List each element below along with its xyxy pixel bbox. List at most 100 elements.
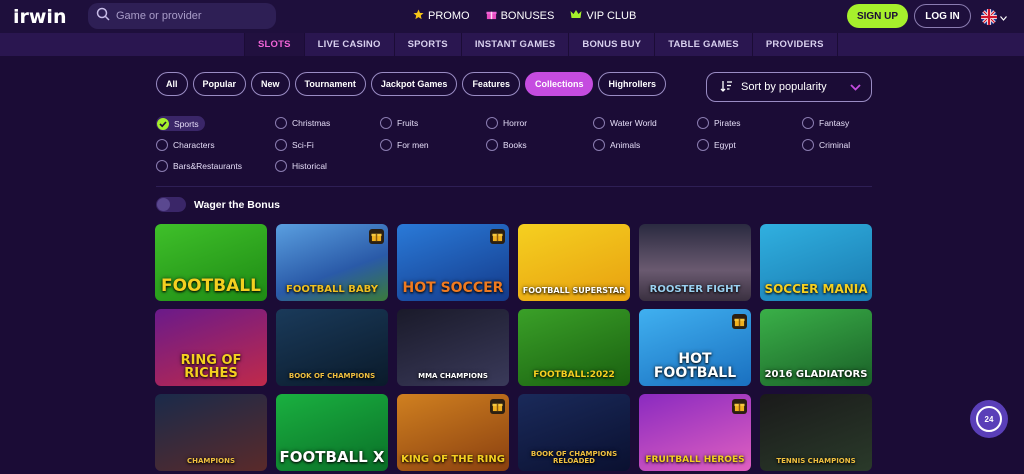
radio-circle-icon: [593, 117, 605, 129]
radio-circle-icon: [697, 117, 709, 129]
collection-label: Books: [503, 140, 527, 150]
collection-bars-restaurants[interactable]: Bars&Restaurants: [156, 159, 242, 173]
pill-all[interactable]: All: [156, 72, 188, 96]
game-tile[interactable]: HOT FOOTBALL: [639, 309, 751, 386]
collection-animals[interactable]: Animals: [593, 138, 640, 152]
collection-label: Egypt: [714, 140, 736, 150]
tab-providers[interactable]: PROVIDERS: [751, 33, 838, 56]
nav-bonuses-label: BONUSES: [500, 10, 555, 22]
category-bar: SLOTS LIVE CASINO SPORTS INSTANT GAMES BONUS…: [0, 33, 1024, 56]
game-title: FOOTBALL SUPERSTAR: [522, 286, 626, 295]
tab-instant-games[interactable]: INSTANT GAMES: [460, 33, 569, 56]
game-tile[interactable]: FRUITBALL HEROES: [639, 394, 751, 471]
game-tile[interactable]: MMA CHAMPIONS: [397, 309, 509, 386]
game-title: 2016 GLADIATORS: [764, 369, 868, 380]
radio-circle-icon: [156, 139, 168, 151]
radio-circle-icon: [802, 117, 814, 129]
signup-button[interactable]: SIGN UP: [847, 4, 908, 28]
wager-bonus-toggle[interactable]: [156, 197, 186, 212]
pill-popular[interactable]: Popular: [192, 72, 247, 96]
gift-icon: [732, 314, 747, 329]
radio-circle-icon: [593, 139, 605, 151]
pill-new[interactable]: New: [251, 72, 290, 96]
tab-bonus-buy[interactable]: BONUS BUY: [568, 33, 654, 56]
login-button[interactable]: LOG IN: [914, 4, 971, 28]
pill-highrollers[interactable]: Highrollers: [598, 72, 666, 96]
collection-label: Christmas: [292, 118, 331, 128]
search-input[interactable]: [116, 10, 266, 22]
brand-logo[interactable]: irwin: [13, 6, 66, 28]
radio-circle-icon: [380, 117, 392, 129]
wager-bonus-toggle-row: Wager the Bonus: [156, 197, 280, 212]
collection-historical[interactable]: Historical: [275, 159, 327, 173]
game-tile[interactable]: SOCCER MANIA: [760, 224, 872, 301]
pill-features[interactable]: Features: [462, 72, 520, 96]
nav-bonuses[interactable]: BONUSES: [486, 9, 555, 23]
game-tile[interactable]: 2016 GLADIATORS: [760, 309, 872, 386]
collection-egypt[interactable]: Egypt: [697, 138, 736, 152]
tab-slots[interactable]: SLOTS: [244, 33, 304, 56]
collection-sports[interactable]: Sports: [156, 116, 205, 131]
radio-circle-icon: [275, 117, 287, 129]
collection-label: Bars&Restaurants: [173, 161, 242, 171]
collection-water-world[interactable]: Water World: [593, 116, 657, 130]
collection-criminal[interactable]: Criminal: [802, 138, 850, 152]
game-tile[interactable]: FOOTBALL:2022: [518, 309, 630, 386]
game-tile[interactable]: KING OF THE RING: [397, 394, 509, 471]
language-selector[interactable]: [981, 8, 1007, 26]
nav-promo[interactable]: PROMO: [413, 9, 470, 23]
collection-pirates[interactable]: Pirates: [697, 116, 740, 130]
game-tile[interactable]: FOOTBALL SUPERSTAR: [518, 224, 630, 301]
game-title: SOCCER MANIA: [764, 282, 868, 296]
game-tile[interactable]: TENNIS CHAMPIONS: [760, 394, 872, 471]
collection-label: Water World: [610, 118, 657, 128]
game-title: BOOK OF CHAMPIONS: [288, 372, 376, 380]
pill-collections[interactable]: Collections: [524, 72, 594, 96]
collection-fantasy[interactable]: Fantasy: [802, 116, 849, 130]
collection-for-men[interactable]: For men: [380, 138, 429, 152]
game-tile[interactable]: FOOTBALL: [155, 224, 267, 301]
game-tile[interactable]: BOOK OF CHAMPIONS RELOADED: [518, 394, 630, 471]
game-tile[interactable]: ROOSTER FIGHT: [639, 224, 751, 301]
game-tile[interactable]: BOOK OF CHAMPIONS: [276, 309, 388, 386]
nav-vip-club[interactable]: VIP CLUB: [570, 9, 636, 23]
gift-icon: [369, 229, 384, 244]
sort-dropdown[interactable]: Sort by popularity: [706, 72, 872, 102]
collection-sci-fi[interactable]: Sci-Fi: [275, 138, 314, 152]
gift-icon: [490, 399, 505, 414]
tab-live-casino[interactable]: LIVE CASINO: [303, 33, 394, 56]
support-chat-button[interactable]: 24: [970, 400, 1008, 438]
collection-characters[interactable]: Characters: [156, 138, 215, 152]
collection-horror[interactable]: Horror: [486, 116, 527, 130]
radio-circle-icon: [380, 139, 392, 151]
collection-fruits[interactable]: Fruits: [380, 116, 418, 130]
collection-books[interactable]: Books: [486, 138, 527, 152]
game-title: HOT SOCCER: [402, 280, 504, 296]
game-title: CHAMPIONS: [187, 457, 235, 465]
gift-icon: [486, 9, 497, 23]
tab-table-games[interactable]: TABLE GAMES: [654, 33, 752, 56]
collection-label: Criminal: [819, 140, 851, 150]
game-tile[interactable]: RING OF RICHES: [155, 309, 267, 386]
collection-label: Animals: [610, 140, 641, 150]
game-title: MMA CHAMPIONS: [418, 372, 488, 380]
game-tile[interactable]: FOOTBALL BABY: [276, 224, 388, 301]
search-box[interactable]: [88, 3, 276, 29]
game-title: FOOTBALL X: [279, 448, 385, 466]
game-title: KING OF THE RING: [401, 454, 505, 465]
radio-circle-icon: [802, 139, 814, 151]
collection-christmas[interactable]: Christmas: [275, 116, 330, 130]
game-title: FOOTBALL: [161, 276, 261, 296]
collection-label: Fruits: [397, 118, 419, 128]
pill-tournament[interactable]: Tournament: [294, 72, 366, 96]
game-tile[interactable]: HOT SOCCER: [397, 224, 509, 301]
collection-label: Sports: [174, 118, 199, 129]
collection-filters: Sports Christmas Fruits Horror Water World Pi…: [156, 116, 872, 176]
collection-label: Characters: [173, 140, 215, 150]
radio-circle-icon: [275, 139, 287, 151]
tab-sports[interactable]: SPORTS: [393, 33, 461, 56]
pill-jackpot-games[interactable]: Jackpot Games: [370, 72, 458, 96]
game-tile[interactable]: FOOTBALL X: [276, 394, 388, 471]
collection-label: Pirates: [714, 118, 741, 128]
game-tile[interactable]: CHAMPIONS: [155, 394, 267, 471]
